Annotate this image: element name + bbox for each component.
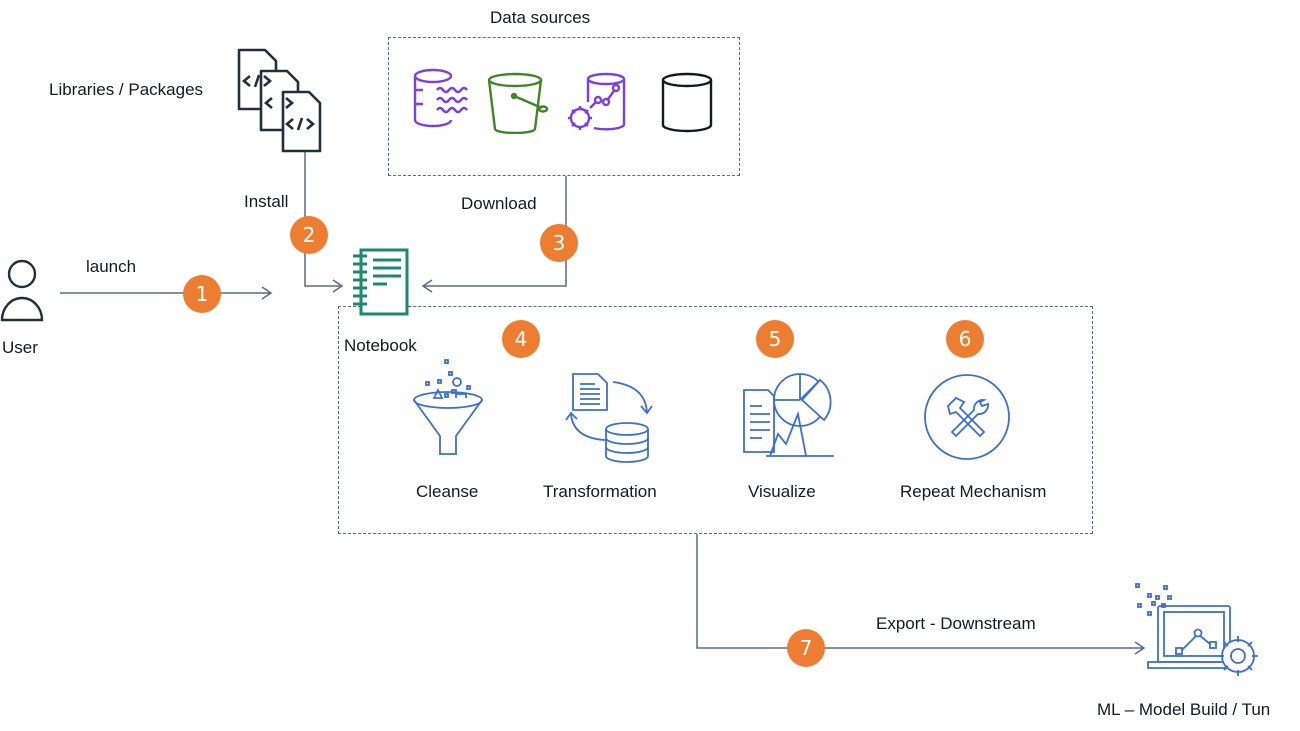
step-badge-2: 2 bbox=[290, 216, 328, 254]
step-badge-5: 5 bbox=[756, 320, 794, 358]
notebook-icon bbox=[353, 248, 409, 316]
code-files-icon bbox=[237, 48, 322, 153]
user-label: User bbox=[2, 338, 38, 357]
funnel-icon bbox=[413, 359, 483, 455]
download-label: Download bbox=[461, 194, 537, 213]
visualize-label: Visualize bbox=[748, 482, 816, 501]
tools-icon bbox=[924, 374, 1010, 460]
s3-bucket-icon bbox=[488, 72, 549, 134]
data-sources-title: Data sources bbox=[490, 8, 591, 27]
libraries-label: Libraries / Packages bbox=[49, 80, 204, 99]
step-badge-6: 6 bbox=[946, 320, 984, 358]
transformation-label: Transformation bbox=[543, 482, 657, 501]
ml-model-build-label: ML – Model Build / Tun bbox=[1097, 700, 1271, 719]
generic-database-icon bbox=[661, 72, 713, 133]
user-icon bbox=[0, 259, 44, 322]
notebook-label: Notebook bbox=[344, 336, 417, 355]
step-badge-7: 7 bbox=[787, 629, 825, 667]
chart-report-icon bbox=[743, 373, 834, 457]
ml-laptop-gear-icon bbox=[1135, 583, 1258, 676]
transform-cycle-icon bbox=[565, 373, 653, 463]
launch-label: launch bbox=[86, 257, 137, 276]
database-stream-icon bbox=[413, 68, 468, 128]
install-label: Install bbox=[244, 192, 289, 211]
ml-database-icon bbox=[568, 72, 626, 131]
export-label: Export - Downstream bbox=[876, 614, 1036, 633]
step-badge-3: 3 bbox=[540, 224, 578, 262]
cleanse-label: Cleanse bbox=[416, 482, 479, 501]
step-badge-1: 1 bbox=[183, 275, 221, 313]
repeat-mechanism-label: Repeat Mechanism bbox=[900, 482, 1047, 501]
step-badge-4: 4 bbox=[502, 320, 540, 358]
